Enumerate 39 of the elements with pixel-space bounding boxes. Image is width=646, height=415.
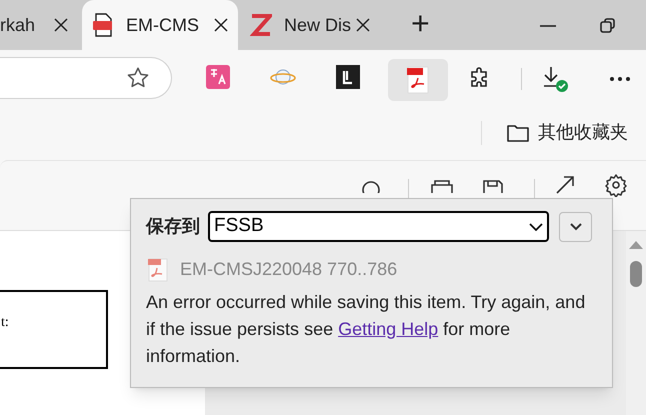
pdf-file-icon (146, 258, 170, 282)
tab-title: EM-CMS (126, 14, 199, 36)
folder-icon (506, 122, 530, 142)
scrollbar-thumb[interactable] (630, 261, 642, 287)
browser-tab[interactable]: EM-CMS (82, 0, 238, 50)
expand-button[interactable] (559, 212, 592, 242)
tab-title: rkah (0, 14, 36, 36)
settings-icon[interactable] (604, 173, 628, 197)
minimize-icon[interactable] (540, 25, 556, 27)
browser-tab[interactable]: New Dis (240, 0, 380, 50)
pdf-icon (406, 66, 430, 94)
save-to-label: 保存到 (146, 215, 200, 238)
error-message: An error occurred while saving this item. Try again, and if the issue persists see Getting Help for more information. (146, 291, 586, 368)
close-icon[interactable] (214, 18, 228, 32)
getting-help-link[interactable]: Getting Help (338, 319, 438, 339)
collection-select[interactable]: FSSB (208, 211, 549, 242)
chevron-down-icon (570, 222, 582, 230)
save-icon[interactable] (482, 179, 504, 193)
document-text: t: (1, 314, 9, 332)
more-icon[interactable] (609, 76, 631, 82)
scrollbar[interactable] (626, 231, 646, 415)
close-icon[interactable] (356, 18, 370, 32)
search-icon[interactable] (360, 179, 382, 193)
favorites-folder[interactable]: 其他收藏夹 (506, 119, 628, 146)
new-tab-button[interactable]: + (411, 5, 430, 41)
close-icon[interactable] (54, 18, 68, 32)
browser-tab[interactable]: rkah (0, 0, 78, 50)
tab-title: New Dis (284, 14, 352, 36)
pdf-icon (92, 13, 114, 37)
restore-icon[interactable] (600, 18, 616, 34)
download-icon[interactable] (541, 64, 571, 94)
folder-label[interactable]: 其他收藏夹 (538, 119, 628, 146)
letter-l-icon[interactable] (336, 65, 360, 89)
print-icon[interactable] (430, 179, 454, 193)
chevron-down-icon (529, 222, 543, 230)
pdf-extension-button[interactable] (388, 59, 448, 101)
translate-icon[interactable] (206, 65, 230, 89)
item-title: EM-CMSJ220048 770..786 (180, 258, 398, 281)
letter-z-icon (250, 13, 272, 37)
